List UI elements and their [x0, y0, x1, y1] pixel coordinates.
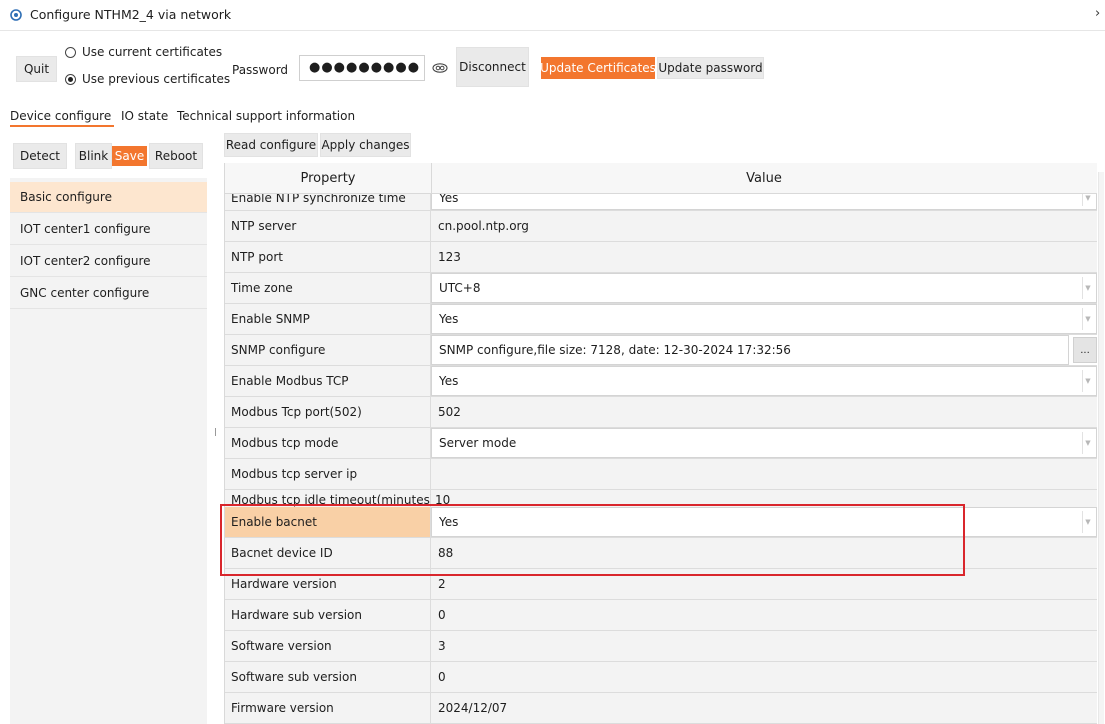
- vertical-scrollbar[interactable]: [1098, 172, 1104, 724]
- row-value[interactable]: 123: [431, 242, 1097, 272]
- sidebar-item-gnc-center-configure[interactable]: GNC center configure: [10, 278, 207, 309]
- row-property: Enable Modbus TCP: [225, 366, 431, 396]
- row-property: Software sub version: [225, 662, 431, 692]
- tab-io-state[interactable]: IO state: [121, 109, 168, 123]
- chevron-right-icon[interactable]: ›: [1095, 6, 1100, 21]
- table-row[interactable]: Modbus tcp mode Server mode ▼: [225, 428, 1097, 459]
- header-property[interactable]: Property: [225, 171, 431, 186]
- row-property: Modbus tcp mode: [225, 428, 431, 458]
- radio-use-current-certificates[interactable]: Use current certificates: [65, 45, 222, 59]
- grid-header: Property Value: [225, 163, 1097, 194]
- row-value[interactable]: 3: [431, 631, 1097, 661]
- table-row[interactable]: Time zone UTC+8 ▼: [225, 273, 1097, 304]
- row-value-dropdown[interactable]: Yes ▼: [431, 366, 1097, 396]
- row-value-dropdown[interactable]: Yes ▼: [431, 304, 1097, 334]
- tab-technical-support-information[interactable]: Technical support information: [177, 109, 355, 123]
- table-row[interactable]: SNMP configure SNMP configure,file size:…: [225, 335, 1097, 366]
- table-row[interactable]: NTP port 123: [225, 242, 1097, 273]
- row-value[interactable]: cn.pool.ntp.org: [431, 211, 1097, 241]
- radio-use-previous-certificates[interactable]: Use previous certificates: [65, 72, 230, 86]
- window-title: Configure NTHM2_4 via network: [30, 7, 232, 22]
- table-row[interactable]: Modbus tcp server ip: [225, 459, 1097, 490]
- table-row[interactable]: Firmware version 2024/12/07: [225, 693, 1097, 724]
- row-property: Modbus tcp server ip: [225, 459, 431, 489]
- row-property: NTP server: [225, 211, 431, 241]
- title-divider: [0, 30, 1105, 31]
- table-row[interactable]: Software sub version 0: [225, 662, 1097, 693]
- radio-checked-icon: [65, 73, 76, 85]
- header-value[interactable]: Value: [431, 171, 1097, 186]
- table-row[interactable]: Hardware sub version 0: [225, 600, 1097, 631]
- save-button[interactable]: Save: [112, 146, 147, 166]
- row-value[interactable]: 0: [431, 600, 1097, 630]
- table-row[interactable]: Modbus Tcp port(502) 502: [225, 397, 1097, 428]
- update-certificates-button[interactable]: Update Certificates: [540, 57, 656, 79]
- row-property: Hardware sub version: [225, 600, 431, 630]
- active-tab-indicator: [10, 125, 114, 127]
- row-property: Enable SNMP: [225, 304, 431, 334]
- chevron-down-icon[interactable]: ▼: [1082, 511, 1093, 533]
- detect-button[interactable]: Detect: [13, 143, 67, 169]
- sidebar-item-iot-center2-configure[interactable]: IOT center2 configure: [10, 246, 207, 277]
- row-property: Time zone: [225, 273, 431, 303]
- blink-button[interactable]: Blink: [75, 143, 112, 169]
- panel-splitter[interactable]: [215, 428, 216, 436]
- update-password-button[interactable]: Update password: [657, 57, 764, 79]
- chevron-down-icon[interactable]: ▼: [1082, 277, 1093, 299]
- table-row[interactable]: NTP server cn.pool.ntp.org: [225, 211, 1097, 242]
- row-property: NTP port: [225, 242, 431, 272]
- property-grid: Property Value Enable NTP synchronize ti…: [224, 163, 1097, 724]
- row-property: SNMP configure: [225, 335, 431, 365]
- chevron-down-icon[interactable]: ▼: [1082, 370, 1093, 392]
- row-value[interactable]: [431, 459, 1097, 489]
- row-property: Firmware version: [225, 693, 431, 723]
- row-value: Server mode: [439, 436, 517, 450]
- row-value: UTC+8: [439, 281, 481, 295]
- show-password-icon[interactable]: [432, 62, 448, 74]
- disconnect-button[interactable]: Disconnect: [456, 47, 529, 87]
- row-property: Software version: [225, 631, 431, 661]
- row-value: Yes: [439, 312, 459, 326]
- row-property: Modbus Tcp port(502): [225, 397, 431, 427]
- highlight-box: [220, 504, 965, 576]
- quit-button[interactable]: Quit: [16, 56, 57, 82]
- row-value: Yes: [439, 374, 459, 388]
- row-value[interactable]: 0: [431, 662, 1097, 692]
- password-label: Password: [232, 63, 289, 77]
- row-value-dropdown[interactable]: UTC+8 ▼: [431, 273, 1097, 303]
- chevron-down-icon[interactable]: ▼: [1082, 308, 1093, 330]
- apply-changes-button[interactable]: Apply changes: [320, 133, 411, 157]
- radio-unchecked-icon: [65, 46, 76, 58]
- app-gear-icon: [10, 9, 22, 21]
- tab-device-configure[interactable]: Device configure: [10, 109, 111, 123]
- ellipsis-button[interactable]: ...: [1073, 337, 1097, 363]
- password-input[interactable]: ●●●●●●●●●: [299, 55, 425, 81]
- radio-current-label: Use current certificates: [82, 45, 223, 59]
- table-row[interactable]: Software version 3: [225, 631, 1097, 662]
- read-configure-button[interactable]: Read configure: [224, 133, 318, 157]
- table-row[interactable]: Enable Modbus TCP Yes ▼: [225, 366, 1097, 397]
- row-value[interactable]: 502: [431, 397, 1097, 427]
- chevron-down-icon[interactable]: ▼: [1082, 432, 1093, 454]
- radio-previous-label: Use previous certificates: [82, 72, 231, 86]
- reboot-button[interactable]: Reboot: [149, 143, 203, 169]
- row-value-dropdown[interactable]: Server mode ▼: [431, 428, 1097, 458]
- row-value[interactable]: 2024/12/07: [431, 693, 1097, 723]
- row-value[interactable]: SNMP configure,file size: 7128, date: 12…: [431, 335, 1069, 365]
- sidebar-item-basic-configure[interactable]: Basic configure: [10, 182, 207, 213]
- sidebar-item-iot-center1-configure[interactable]: IOT center1 configure: [10, 214, 207, 245]
- table-row[interactable]: Enable SNMP Yes ▼: [225, 304, 1097, 335]
